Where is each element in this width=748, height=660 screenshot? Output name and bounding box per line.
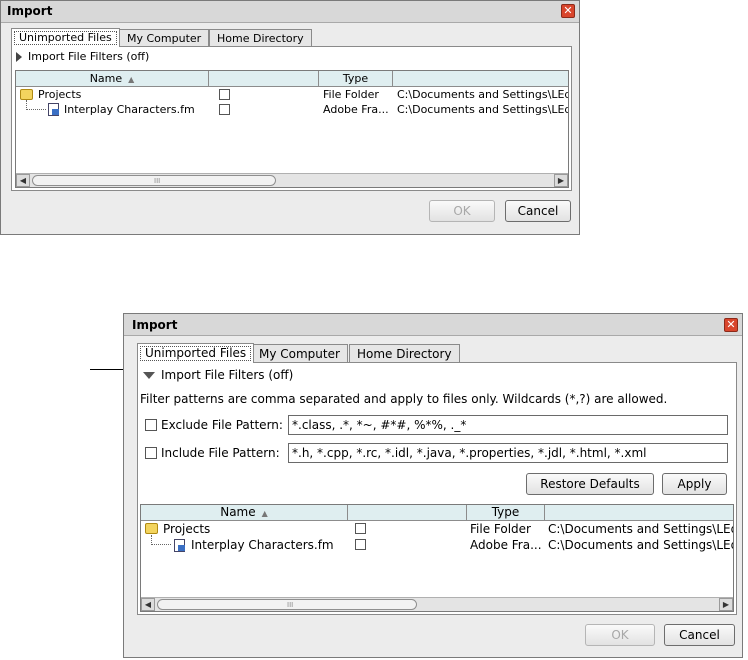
column-header-name[interactable]: Name ▲ bbox=[141, 505, 348, 521]
expand-arrow-icon bbox=[16, 52, 22, 62]
filters-toggle-label: Import File Filters (off) bbox=[28, 50, 150, 63]
import-file-filters-toggle[interactable]: Import File Filters (off) bbox=[16, 50, 149, 63]
column-header-type[interactable]: Type bbox=[319, 71, 393, 87]
tab-label: Unimported Files bbox=[19, 31, 112, 44]
column-header-label: Type bbox=[491, 505, 520, 519]
tab-my-computer[interactable]: My Computer bbox=[251, 344, 348, 363]
include-pattern-input[interactable]: *.h, *.cpp, *.rc, *.idl, *.java, *.prope… bbox=[288, 443, 728, 463]
table-row[interactable]: Projects File Folder C:\Documents and Se… bbox=[16, 88, 569, 102]
tab-my-computer[interactable]: My Computer bbox=[119, 29, 210, 47]
include-pattern-label: Include File Pattern: bbox=[161, 446, 280, 460]
table-row[interactable]: Interplay Characters.fm Adobe Fra... C:\… bbox=[141, 535, 734, 553]
table-row[interactable]: Interplay Characters.fm Adobe Fra... C:\… bbox=[16, 100, 569, 117]
column-header-label: Type bbox=[342, 72, 369, 85]
scroll-right-icon[interactable]: ▶ bbox=[719, 598, 733, 611]
exclude-pattern-checkbox[interactable] bbox=[145, 419, 157, 431]
import-checkbox[interactable] bbox=[355, 523, 366, 534]
document-icon bbox=[174, 539, 185, 552]
include-pattern-checkbox[interactable] bbox=[145, 447, 157, 459]
row-path: C:\Documents and Settings\LEdv bbox=[397, 103, 569, 116]
column-header-type[interactable]: Type bbox=[467, 505, 545, 521]
grip-icon: III bbox=[154, 177, 161, 185]
column-header-location[interactable] bbox=[545, 505, 733, 521]
scroll-left-icon[interactable]: ◀ bbox=[16, 174, 30, 187]
scroll-left-icon[interactable]: ◀ bbox=[141, 598, 155, 611]
tree-connector bbox=[151, 535, 171, 545]
cancel-button[interactable]: Cancel bbox=[664, 624, 735, 646]
import-dialog-collapsed: Import ✕ Unimported Files My Computer Ho… bbox=[0, 0, 580, 235]
filters-toggle-label: Import File Filters (off) bbox=[161, 368, 294, 382]
column-header-location[interactable] bbox=[393, 71, 568, 87]
column-header-name[interactable]: Name ▲ bbox=[16, 71, 209, 87]
tree-connector bbox=[26, 100, 46, 110]
column-header-checkbox[interactable] bbox=[209, 71, 319, 87]
close-button[interactable]: ✕ bbox=[561, 4, 575, 18]
folder-icon bbox=[20, 89, 33, 100]
row-type: File Folder bbox=[470, 522, 531, 536]
table-row[interactable]: Projects File Folder C:\Documents and Se… bbox=[141, 522, 734, 537]
row-path: C:\Documents and Settings\LEdv bbox=[548, 522, 734, 536]
column-header-label: Name bbox=[220, 505, 256, 519]
exclude-pattern-label: Exclude File Pattern: bbox=[161, 418, 283, 432]
import-checkbox[interactable] bbox=[219, 89, 230, 100]
dialog-title: Import bbox=[132, 318, 178, 332]
scroll-thumb[interactable]: III bbox=[157, 599, 417, 610]
column-header-label: Name bbox=[89, 72, 123, 85]
import-checkbox[interactable] bbox=[355, 539, 366, 550]
tab-label: My Computer bbox=[259, 347, 340, 361]
file-table: Name ▲ Type Projects File Folder C:\Docum… bbox=[140, 504, 734, 612]
filter-hint: Filter patterns are comma separated and … bbox=[140, 392, 668, 406]
row-path: C:\Documents and Settings\LEdv bbox=[548, 538, 734, 552]
title-bar[interactable]: Import ✕ bbox=[124, 314, 742, 336]
import-dialog-expanded: Import ✕ Unimported Files My Computer Ho… bbox=[123, 313, 743, 658]
sort-ascending-icon: ▲ bbox=[128, 75, 135, 84]
cancel-button[interactable]: Cancel bbox=[505, 200, 571, 222]
tab-unimported-files[interactable]: Unimported Files bbox=[11, 28, 120, 47]
tab-label: My Computer bbox=[127, 32, 202, 45]
row-name: Projects bbox=[163, 522, 211, 536]
exclude-pattern-input[interactable]: *.class, .*, *~, #*#, %*%, ._* bbox=[288, 415, 728, 435]
horizontal-scrollbar[interactable]: ◀ III ▶ bbox=[141, 597, 733, 611]
ok-button[interactable]: OK bbox=[429, 200, 495, 222]
title-bar[interactable]: Import ✕ bbox=[1, 1, 579, 23]
grip-icon: III bbox=[287, 601, 294, 609]
apply-button[interactable]: Apply bbox=[662, 473, 727, 495]
tab-label: Home Directory bbox=[357, 347, 452, 361]
import-checkbox[interactable] bbox=[219, 104, 230, 115]
dialog-title: Import bbox=[7, 4, 53, 18]
row-type: File Folder bbox=[323, 88, 379, 101]
row-type: Adobe Fra... bbox=[470, 538, 542, 552]
row-type: Adobe Fra... bbox=[323, 103, 389, 116]
tab-panel: Import File Filters (off) Name ▲ Type Pro… bbox=[11, 46, 572, 191]
row-path: C:\Documents and Settings\LEdv bbox=[397, 88, 569, 101]
file-table: Name ▲ Type Projects File Folder C:\Docum… bbox=[15, 70, 569, 188]
tab-unimported-files[interactable]: Unimported Files bbox=[137, 343, 255, 363]
horizontal-scrollbar[interactable]: ◀ III ▶ bbox=[16, 173, 568, 187]
tab-home-directory[interactable]: Home Directory bbox=[349, 344, 460, 363]
ok-button[interactable]: OK bbox=[585, 624, 655, 646]
scroll-right-icon[interactable]: ▶ bbox=[554, 174, 568, 187]
tab-panel: Import File Filters (off) Filter pattern… bbox=[137, 362, 737, 615]
row-name: Interplay Characters.fm bbox=[64, 103, 195, 116]
sort-ascending-icon: ▲ bbox=[261, 509, 268, 518]
row-name: Interplay Characters.fm bbox=[191, 538, 334, 552]
close-button[interactable]: ✕ bbox=[724, 318, 738, 332]
folder-icon bbox=[145, 523, 158, 534]
restore-defaults-button[interactable]: Restore Defaults bbox=[526, 473, 654, 495]
tab-label: Unimported Files bbox=[145, 346, 247, 360]
scroll-thumb[interactable]: III bbox=[32, 175, 276, 186]
column-header-checkbox[interactable] bbox=[348, 505, 467, 521]
import-file-filters-toggle[interactable]: Import File Filters (off) bbox=[143, 368, 293, 382]
document-icon bbox=[48, 103, 59, 116]
tab-home-directory[interactable]: Home Directory bbox=[209, 29, 312, 47]
collapse-arrow-icon bbox=[143, 372, 155, 379]
tab-label: Home Directory bbox=[217, 32, 304, 45]
